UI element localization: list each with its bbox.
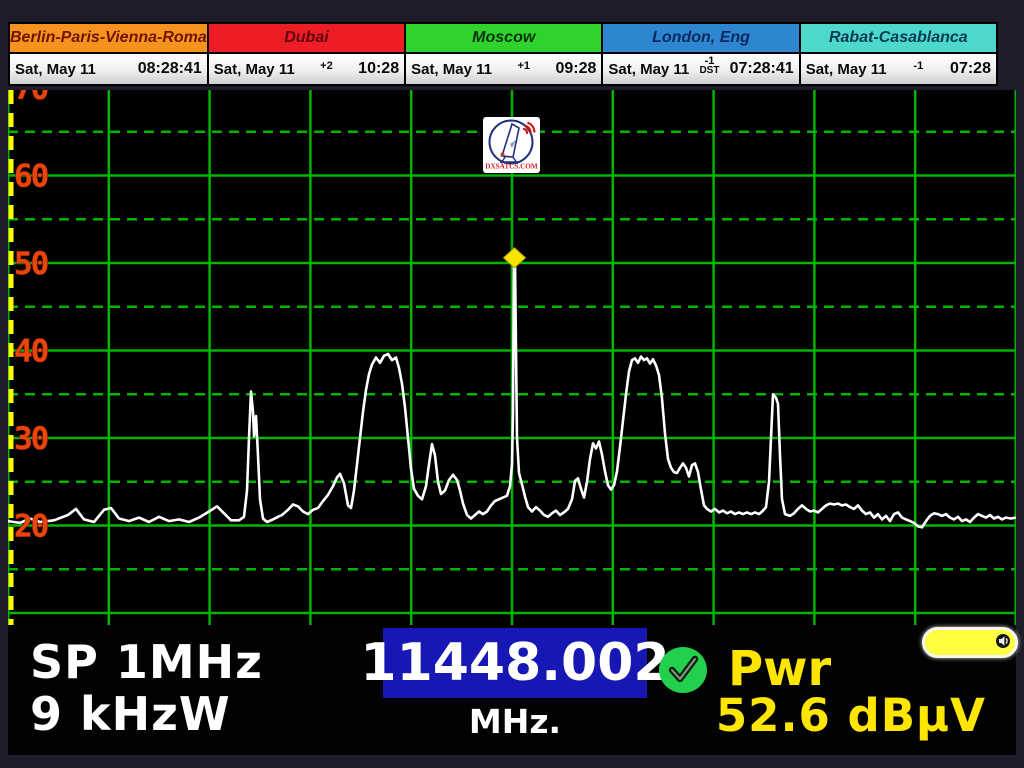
y-axis-label: 30 bbox=[14, 421, 48, 457]
bandwidth-label: 9 kHzW bbox=[30, 687, 231, 741]
power-value: 52.6 dBµV bbox=[716, 689, 986, 742]
clock-utc-offset: +1 bbox=[517, 62, 530, 71]
readout-bar: SP 1MHz 9 kHzW 11448.002 MHz. Pwr 52.6 d… bbox=[8, 625, 1016, 755]
clock-date: Sat, May 11 bbox=[15, 61, 96, 78]
clock-time-row: Sat, May 11 +2 10:28 bbox=[209, 54, 404, 84]
clock-date: Sat, May 11 bbox=[806, 61, 887, 78]
world-clock-bar: Berlin-Paris-Vienna-Roma Sat, May 11 08:… bbox=[8, 22, 996, 86]
speaker-icon bbox=[995, 633, 1011, 649]
clock-time: 09:28 bbox=[555, 60, 596, 78]
clock-time: 08:28:41 bbox=[138, 60, 202, 78]
frequency-display[interactable]: 11448.002 bbox=[383, 628, 647, 698]
y-axis-label: 40 bbox=[14, 334, 48, 370]
clock-city-label: Berlin-Paris-Vienna-Roma bbox=[10, 24, 207, 54]
clock-city-label: Rabat-Casablanca bbox=[801, 24, 996, 54]
clock-panel-dubai[interactable]: Dubai Sat, May 11 +2 10:28 bbox=[207, 22, 406, 86]
audio-toggle[interactable] bbox=[922, 627, 1018, 658]
clock-city-label: Moscow bbox=[406, 24, 601, 54]
span-label: SP 1MHz bbox=[30, 635, 263, 689]
satellite-meter-screen: Berlin-Paris-Vienna-Roma Sat, May 11 08:… bbox=[0, 0, 1024, 768]
peak-marker-diamond bbox=[504, 248, 526, 268]
clock-panel-moscow[interactable]: Moscow Sat, May 11 +1 09:28 bbox=[404, 22, 603, 86]
logo-text: DXSATCS.COM bbox=[485, 163, 538, 171]
clock-date: Sat, May 11 bbox=[411, 61, 492, 78]
clock-panel-london[interactable]: London, Eng Sat, May 11 -1 DST 07:28:41 bbox=[601, 22, 800, 86]
y-axis-label: 20 bbox=[14, 509, 48, 545]
clock-time-row: Sat, May 11 +1 09:28 bbox=[406, 54, 601, 84]
spectrum-display: 70 60 50 40 30 20 DXSATCS.COM bbox=[8, 90, 1016, 625]
clock-panel-berlin[interactable]: Berlin-Paris-Vienna-Roma Sat, May 11 08:… bbox=[8, 22, 209, 86]
dxsatcs-logo: DXSATCS.COM bbox=[483, 117, 540, 173]
clock-time-row: Sat, May 11 08:28:41 bbox=[10, 54, 207, 84]
y-axis-label: 50 bbox=[14, 246, 48, 282]
clock-utc-offset: -1 DST bbox=[699, 57, 719, 75]
clock-utc-offset: -1 bbox=[913, 62, 923, 71]
clock-panel-rabat[interactable]: Rabat-Casablanca Sat, May 11 -1 07:28 bbox=[799, 22, 998, 86]
lock-check-icon bbox=[658, 646, 708, 694]
clock-time: 07:28:41 bbox=[730, 60, 794, 78]
clock-time: 07:28 bbox=[950, 60, 991, 78]
y-axis-label: 60 bbox=[14, 159, 48, 195]
clock-date: Sat, May 11 bbox=[214, 61, 295, 78]
clock-city-label: Dubai bbox=[209, 24, 404, 54]
clock-time-row: Sat, May 11 -1 DST 07:28:41 bbox=[603, 54, 798, 84]
clock-time-row: Sat, May 11 -1 07:28 bbox=[801, 54, 996, 84]
clock-time: 10:28 bbox=[358, 60, 399, 78]
clock-city-label: London, Eng bbox=[603, 24, 798, 54]
clock-utc-offset: +2 bbox=[320, 62, 333, 71]
y-axis-label: 70 bbox=[14, 90, 48, 107]
frequency-unit-label: MHz. bbox=[383, 702, 647, 741]
clock-date: Sat, May 11 bbox=[608, 61, 689, 78]
